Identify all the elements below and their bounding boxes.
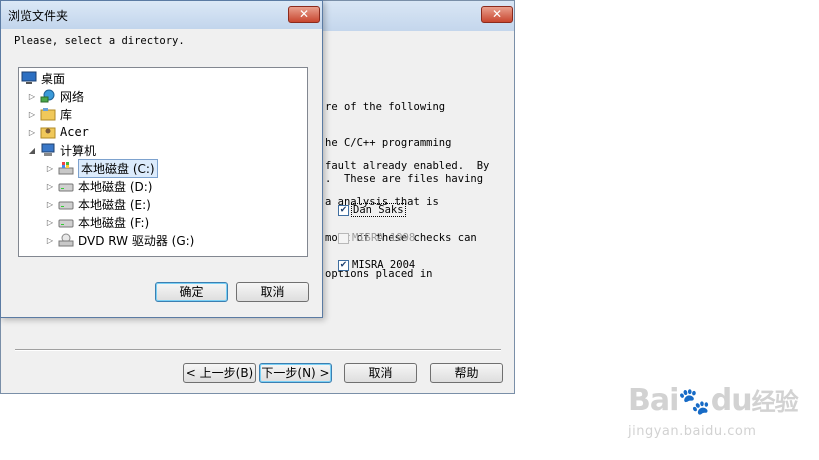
drive-icon [58,197,74,211]
checkbox-label: MISRA 1998 [352,232,416,244]
tree-item-label: 库 [60,107,73,122]
tree-item-label: 本地磁盘 (C:) [78,158,158,178]
baidu-watermark: Bai🐾du经验 jingyan.baidu.com [628,382,818,452]
back-button[interactable]: < 上一步(B) [183,363,256,383]
collapse-arrow-icon[interactable]: ◢ [27,146,37,155]
wizard-separator [15,349,501,351]
wizard-close-button[interactable]: ✕ [481,6,513,23]
ok-button[interactable]: 确定 [155,282,228,302]
tree-item-label: Acer [60,125,89,139]
expand-arrow-icon[interactable]: ▷ [45,164,55,173]
tree-item-label: 计算机 [60,143,97,158]
desktop-icon [21,71,37,85]
dialog-title: 浏览文件夹 [8,9,69,23]
dialog-close-button[interactable]: ✕ [288,6,320,23]
tree-item-network[interactable]: ▷ 网络 [27,88,84,104]
tree-item-computer[interactable]: ◢ 计算机 [27,142,96,158]
dvd-drive-icon [58,233,74,247]
expand-arrow-icon[interactable]: ▷ [27,110,37,119]
tree-item-drive-d[interactable]: ▷ 本地磁盘 (D:) [45,178,153,194]
checkbox-box[interactable]: ✔ [338,204,349,216]
dialog-cancel-button[interactable]: 取消 [236,282,309,302]
tree-item-label: 本地磁盘 (F:) [78,215,150,230]
dialog-prompt: Please, select a directory. [14,35,185,47]
network-icon [40,89,56,103]
expand-arrow-icon[interactable]: ▷ [45,200,55,209]
wizard-cancel-button[interactable]: 取消 [344,363,417,383]
system-drive-icon [58,161,74,175]
folder-tree[interactable]: 桌面 ▷ 网络 ▷ 库 ▷ Acer ◢ 计算机 ▷ 本地磁盘 (C:) ▷ 本… [18,67,308,257]
browse-folder-dialog: 浏览文件夹 ✕ Please, select a directory. 桌面 ▷… [0,0,323,318]
checkbox-dan-saks[interactable]: ✔ Dan Saks [338,203,406,217]
expand-arrow-icon[interactable]: ▷ [45,236,55,245]
tree-item-label: 桌面 [41,71,66,86]
drive-icon [58,179,74,193]
description-text-2: fault already enabled. By a analysis tha… [325,160,490,280]
checkbox-box[interactable]: ✔ [338,259,349,271]
expand-arrow-icon[interactable]: ▷ [45,182,55,191]
watermark-brand-b: du [710,383,753,418]
computer-icon [40,143,56,157]
watermark-url: jingyan.baidu.com [628,424,757,439]
tree-item-label: 本地磁盘 (D:) [78,179,153,194]
tree-item-label: 网络 [60,89,85,104]
expand-arrow-icon[interactable]: ▷ [27,128,37,137]
dialog-titlebar: 浏览文件夹 [1,1,322,29]
next-button[interactable]: 下一步(N) > [259,363,332,383]
checkbox-misra-2004[interactable]: ✔ MISRA 2004 [338,258,415,272]
tree-item-dvd-g[interactable]: ▷ DVD RW 驱动器 (G:) [45,232,194,248]
tree-item-drive-f[interactable]: ▷ 本地磁盘 (F:) [45,214,149,230]
checkbox-misra-1998: MISRA 1998 [338,231,415,245]
tree-item-label: 本地磁盘 (E:) [78,197,151,212]
checkbox-label: Dan Saks [351,203,406,217]
tree-item-acer[interactable]: ▷ Acer [27,124,89,140]
drive-icon [58,215,74,229]
tree-item-desktop[interactable]: 桌面 [21,70,65,86]
tree-item-drive-e[interactable]: ▷ 本地磁盘 (E:) [45,196,151,212]
tree-item-label: DVD RW 驱动器 (G:) [78,233,195,248]
checkbox-box [338,232,349,244]
library-icon [40,107,56,121]
checkbox-label: MISRA 2004 [352,259,416,271]
watermark-brand-c: 经验 [751,388,799,416]
paw-icon: 🐾 [678,387,711,417]
expand-arrow-icon[interactable]: ▷ [45,218,55,227]
help-button[interactable]: 帮助 [430,363,503,383]
user-folder-icon [40,125,56,139]
tree-item-library[interactable]: ▷ 库 [27,106,72,122]
watermark-brand-a: Bai [628,383,679,418]
tree-item-drive-c[interactable]: ▷ 本地磁盘 (C:) [45,158,158,178]
expand-arrow-icon[interactable]: ▷ [27,92,37,101]
